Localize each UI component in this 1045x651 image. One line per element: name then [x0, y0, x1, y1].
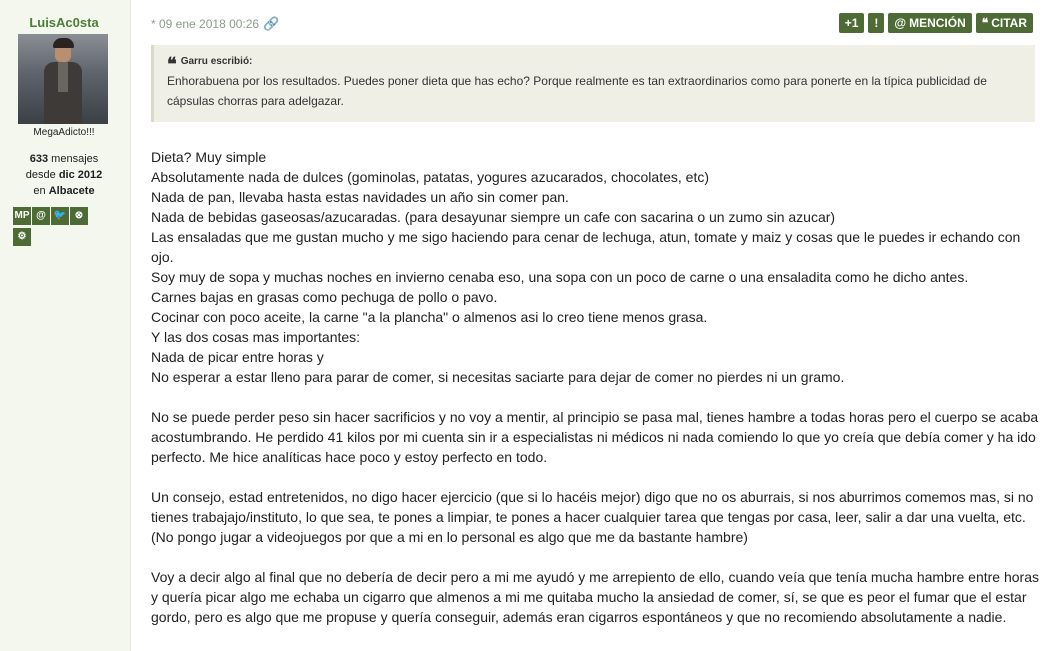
plus-one-label: +1: [844, 16, 859, 30]
user-rank: MegaAdicto!!!: [33, 127, 95, 138]
twitter-icon[interactable]: 🐦: [51, 207, 69, 225]
quote-author[interactable]: Garru escribió:: [181, 56, 253, 67]
username-link[interactable]: LuisAc0sta: [0, 15, 128, 30]
post-timestamp[interactable]: * 09 ene 2018 00:26: [151, 17, 259, 31]
post-paragraph: Un consejo, estad entretenidos, no digo …: [151, 489, 1034, 545]
report-button[interactable]: !: [868, 13, 885, 33]
location-prefix: en: [33, 185, 46, 197]
mention-icon[interactable]: @: [32, 207, 50, 225]
user-sidebar: LuisAc0sta MegaAdicto!!! 633 mensajes de…: [0, 0, 131, 651]
post-body: Dieta? Muy simple Absolutamente nada de …: [151, 147, 1039, 627]
post-actions: +1 ! @ MENCIÓN ❝ CITAR: [838, 13, 1033, 33]
mention-label: MENCIÓN: [909, 16, 966, 30]
quote-label: CITAR: [991, 16, 1027, 30]
post-line: Nada de picar entre horas y: [151, 349, 324, 365]
mp-icon[interactable]: MP: [13, 207, 31, 225]
post-line: Dieta? Muy simple: [151, 149, 267, 165]
post-line: Nada de bebidas gaseosas/azucaradas. (pa…: [151, 209, 836, 225]
quote-icon: ❝: [981, 16, 989, 30]
avatar[interactable]: [18, 34, 108, 124]
post-line: Las ensaladas que me gustan mucho y me s…: [151, 229, 1021, 265]
xbox-icon[interactable]: ⊗: [70, 207, 88, 225]
user-contact-icons: MP @ 🐦 ⊗ ⚙: [13, 207, 113, 249]
post-line: No esperar a estar lleno para parar de c…: [151, 369, 845, 385]
post-line: Cocinar con poco aceite, la carne "a la …: [151, 309, 708, 325]
quote-header: ❝ Garru escribió:: [167, 53, 1021, 74]
post-line: Y las dos cosas mas importantes:: [151, 329, 361, 345]
posts-count: 633: [29, 153, 49, 165]
user-location[interactable]: Albacete: [49, 185, 95, 197]
at-icon: @: [894, 16, 907, 30]
member-since: dic 2012: [58, 169, 103, 181]
user-stats: 633 mensajes desde dic 2012 en Albacete: [0, 151, 128, 199]
quoted-post: ❝ Garru escribió: Enhorabuena por los re…: [151, 45, 1035, 122]
post-paragraph: No se puede perder peso sin hacer sacrif…: [151, 409, 1039, 465]
quote-text: Enhorabuena por los resultados. Puedes p…: [167, 74, 987, 108]
quote-mark-icon: ❝: [167, 53, 177, 74]
post-meta: * 09 ene 2018 00:26 🔗: [151, 16, 279, 32]
posts-label: mensajes: [51, 153, 99, 165]
since-label: desde: [25, 169, 56, 181]
post-paragraph: Voy a decir algo al final que no debería…: [151, 569, 1039, 625]
steam-icon[interactable]: ⚙: [13, 228, 31, 246]
permalink-icon[interactable]: 🔗: [263, 16, 279, 31]
mention-button[interactable]: @ MENCIÓN: [888, 13, 972, 33]
post-line: Carnes bajas en grasas como pechuga de p…: [151, 289, 498, 305]
post-line: Absolutamente nada de dulces (gominolas,…: [151, 169, 709, 185]
report-label: !: [874, 16, 879, 30]
post-line: Soy muy de sopa y muchas noches en invie…: [151, 269, 969, 285]
plus-one-button[interactable]: +1: [838, 13, 865, 33]
quote-button[interactable]: ❝ CITAR: [975, 13, 1033, 33]
post-line: Nada de pan, llevaba hasta estas navidad…: [151, 189, 569, 205]
